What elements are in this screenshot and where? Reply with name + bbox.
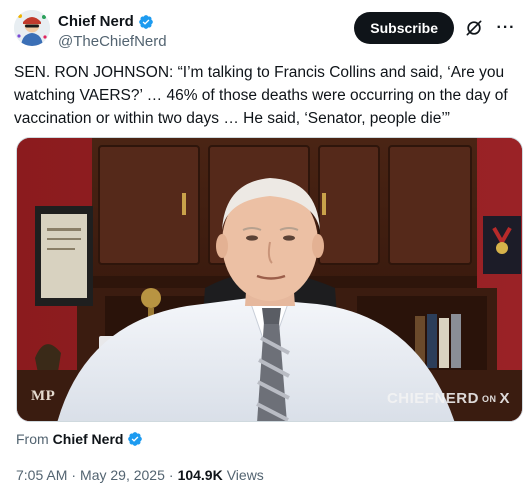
from-label: From — [16, 431, 49, 447]
watermark-x: X — [499, 390, 510, 407]
views-label: Views — [226, 467, 264, 483]
verified-badge-icon — [127, 431, 143, 447]
video-frame — [17, 138, 522, 421]
post-date[interactable]: May 29, 2025 — [80, 467, 165, 483]
watermark-brand: CHIEFNERD — [386, 390, 479, 407]
post-header: Chief Nerd @TheChiefNerd Subscribe ··· — [14, 10, 518, 50]
source-attribution: From Chief Nerd — [16, 431, 143, 447]
author-name[interactable]: Chief Nerd — [58, 13, 134, 31]
separator: · — [71, 467, 77, 483]
from-account-name[interactable]: Chief Nerd — [53, 431, 124, 447]
watermark-on: ON — [481, 393, 497, 404]
verified-badge-icon — [138, 14, 154, 30]
avatar[interactable] — [14, 10, 50, 46]
separator: · — [168, 467, 174, 483]
subscribe-button[interactable]: Subscribe — [354, 12, 454, 44]
author-handle[interactable]: @TheChiefNerd — [58, 33, 167, 51]
more-icon[interactable]: ··· — [494, 16, 518, 40]
video-watermark-right: CHIEFNERD ON X — [387, 390, 510, 407]
video-player[interactable]: MP CHIEFNERD ON X — [16, 137, 523, 422]
author-block: Chief Nerd @TheChiefNerd — [58, 13, 167, 51]
video-watermark-left: MP — [31, 388, 56, 404]
grok-icon[interactable] — [462, 16, 486, 40]
avatar-image — [14, 10, 50, 46]
header-actions: Subscribe ··· — [354, 12, 518, 44]
post-text: SEN. RON JOHNSON: “I’m talking to Franci… — [14, 64, 508, 127]
views-count: 104.9K — [177, 467, 223, 483]
post-time[interactable]: 7:05 AM — [16, 467, 67, 483]
post-metadata: 7:05 AM · May 29, 2025 · 104.9K Views — [16, 467, 264, 483]
